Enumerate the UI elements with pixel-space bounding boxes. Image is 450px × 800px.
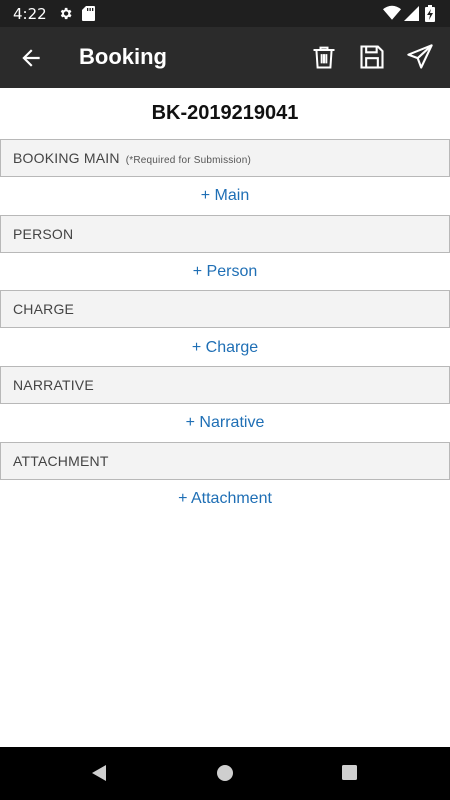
status-bar: 4:22	[0, 0, 450, 27]
section-title: ATTACHMENT	[13, 453, 109, 469]
section-header-charge[interactable]: CHARGE	[0, 290, 450, 328]
wifi-icon	[383, 5, 401, 20]
booking-id-heading: BK-2019219041	[151, 102, 299, 124]
section-title: PERSON	[13, 226, 74, 242]
trash-icon[interactable]	[310, 43, 338, 71]
section-label: BOOKING MAIN (*Required for Submission)	[13, 150, 251, 166]
add-narrative-button[interactable]: + Narrative	[0, 414, 450, 432]
save-icon[interactable]	[358, 43, 386, 71]
nav-recents-icon[interactable]	[341, 764, 358, 781]
section-header-narrative[interactable]: NARRATIVE	[0, 366, 450, 404]
add-attachment-button[interactable]: + Attachment	[0, 490, 450, 508]
nav-back-icon[interactable]	[90, 764, 108, 782]
gear-icon	[60, 7, 72, 20]
back-arrow-icon[interactable]	[18, 45, 44, 71]
send-icon[interactable]	[406, 43, 434, 71]
sd-card-icon	[82, 6, 95, 21]
section-title: CHARGE	[13, 301, 75, 317]
add-charge-button[interactable]: + Charge	[0, 339, 450, 357]
section-header-attachment[interactable]: ATTACHMENT	[0, 442, 450, 480]
status-time: 4:22	[13, 5, 47, 23]
battery-icon	[425, 5, 435, 22]
add-person-button[interactable]: + Person	[0, 263, 450, 281]
nav-home-icon[interactable]	[216, 764, 234, 782]
section-title: BOOKING MAIN	[13, 150, 120, 166]
section-header-booking-main[interactable]: BOOKING MAIN (*Required for Submission)	[0, 139, 450, 177]
app-bar: Booking	[0, 27, 450, 88]
page-title: Booking	[79, 44, 167, 69]
add-main-button[interactable]: + Main	[0, 187, 450, 205]
section-title: NARRATIVE	[13, 377, 94, 393]
system-nav-bar	[0, 747, 450, 800]
required-note: (*Required for Submission)	[125, 155, 251, 166]
signal-icon	[404, 6, 419, 21]
section-header-person[interactable]: PERSON	[0, 215, 450, 253]
